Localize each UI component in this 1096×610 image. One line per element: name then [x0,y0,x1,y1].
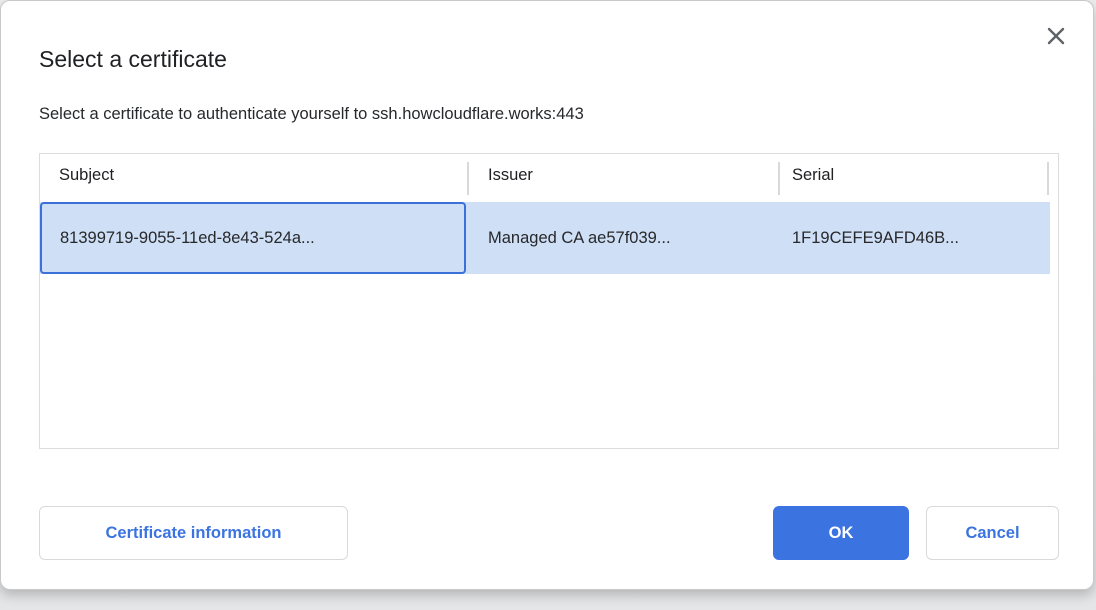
close-icon [1045,25,1067,47]
cancel-button[interactable]: Cancel [926,506,1059,560]
column-divider [467,162,469,195]
column-header-subject: Subject [59,166,114,185]
cell-serial[interactable]: 1F19CEFE9AFD46B... [792,202,959,274]
ok-button[interactable]: OK [773,506,909,560]
column-header-serial: Serial [792,166,834,185]
cell-issuer[interactable]: Managed CA ae57f039... [488,202,671,274]
certificate-row-selected[interactable]: 81399719-9055-11ed-8e43-524a... Managed … [40,202,1058,274]
column-header-issuer: Issuer [488,166,533,185]
dialog-title: Select a certificate [39,46,227,73]
dialog-subtitle: Select a certificate to authenticate you… [39,105,584,124]
serial-value: 1F19CEFE9AFD46B... [792,229,959,248]
select-certificate-dialog: Select a certificate Select a certificat… [0,0,1094,590]
column-divider [778,162,780,195]
column-divider [1047,162,1049,195]
close-button[interactable] [1041,21,1071,51]
subject-value: 81399719-9055-11ed-8e43-524a... [60,229,315,248]
certificate-information-button[interactable]: Certificate information [39,506,348,560]
issuer-value: Managed CA ae57f039... [488,229,671,248]
cell-subject[interactable]: 81399719-9055-11ed-8e43-524a... [40,202,466,274]
certificate-table: Subject Issuer Serial 81399719-9055-11ed… [39,153,1059,449]
table-header-row: Subject Issuer Serial [40,154,1058,202]
